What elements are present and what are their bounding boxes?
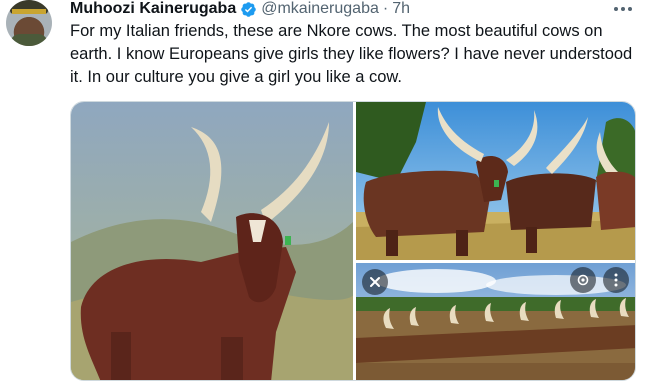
photo-herd-grass[interactable]	[356, 102, 635, 260]
lens-search-icon[interactable]	[570, 267, 596, 293]
overflow-dots-icon[interactable]	[603, 267, 629, 293]
separator-dot: ·	[382, 0, 389, 17]
avatar-cap-band	[12, 9, 46, 14]
close-icon[interactable]	[362, 269, 388, 295]
photo-herd-drinking[interactable]	[356, 263, 635, 380]
tweet-text: For my Italian friends, these are Nkore …	[70, 22, 633, 86]
author-handle[interactable]: @mkainerugaba	[261, 0, 379, 18]
photo-single-cow[interactable]	[71, 102, 353, 380]
more-options-icon[interactable]	[614, 0, 632, 18]
verified-badge-icon	[241, 1, 256, 17]
author-name[interactable]: Muhoozi Kainerugaba	[70, 0, 236, 18]
tweet-time[interactable]: 7h	[392, 0, 410, 18]
media-grid	[70, 101, 636, 381]
avatar-uniform	[10, 34, 48, 46]
avatar[interactable]	[6, 0, 52, 46]
tweet-header: Muhoozi Kainerugaba @mkainerugaba · 7h	[70, 0, 410, 18]
